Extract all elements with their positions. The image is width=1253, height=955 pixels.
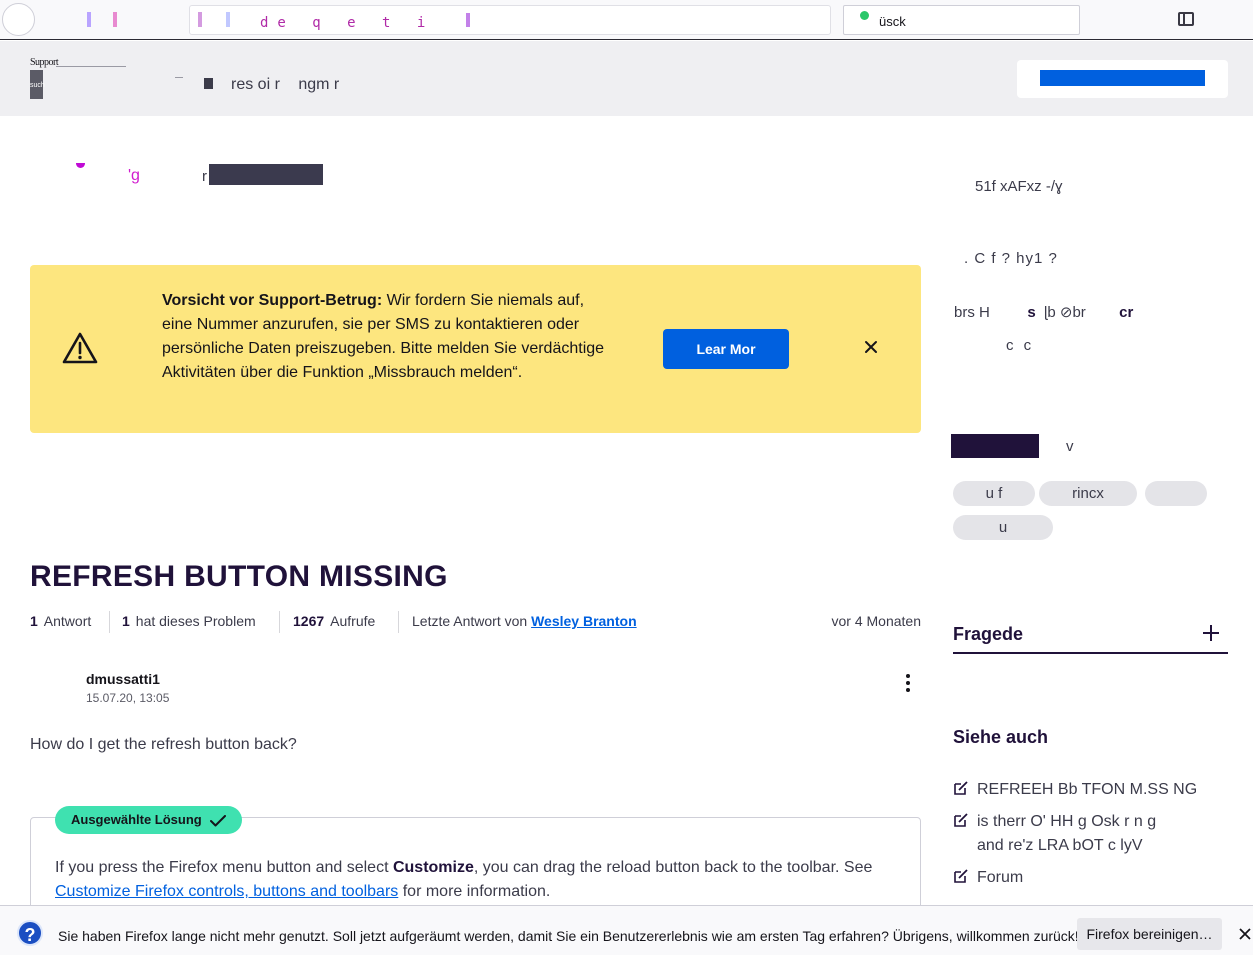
close-icon[interactable] (862, 338, 880, 356)
more-options-icon[interactable] (905, 674, 911, 694)
problem-count: 1 hat dieses Problem (122, 613, 256, 629)
meta-divider (109, 611, 110, 633)
tag-pill[interactable]: rincx (1039, 481, 1137, 506)
search-engine-icon (860, 11, 869, 20)
author-name[interactable]: dmussatti1 (86, 671, 160, 687)
reply-count: 1 Antwort (30, 613, 92, 629)
question-body: How do I get the refresh button back? (30, 736, 297, 753)
notification-bar: ? Sie haben Firefox lange nicht mehr gen… (0, 905, 1253, 955)
last-reply: Letzte Antwort von Wesley Branton (412, 613, 637, 629)
logo-mark: such (30, 70, 45, 99)
notification-text: Sie haben Firefox lange nicht mehr genut… (58, 928, 1079, 944)
page-title: REFRESH BUTTON MISSING (30, 560, 448, 593)
sidebar-icon[interactable] (1178, 12, 1194, 26)
sidebar-text: . C f ? hy1 ? (964, 250, 1058, 267)
breadcrumb-current (209, 164, 323, 185)
url-bar[interactable]: de q e t i (189, 5, 987, 35)
nav-divider (175, 77, 183, 78)
tag-pill[interactable]: u (953, 515, 1053, 540)
main-nav: res oi r ngm r (231, 76, 353, 94)
solution-badge: Ausgewählte Lösung (55, 806, 242, 834)
edit-icon (954, 813, 968, 827)
browser-toolbar: de q e t i üsck (0, 0, 1253, 40)
permissions-icon[interactable] (226, 12, 230, 27)
learn-more-button[interactable]: Lear Mor (663, 329, 789, 369)
logo-sub: such (30, 82, 45, 89)
warning-icon (62, 332, 98, 364)
edit-icon (954, 781, 968, 795)
header-search-button[interactable] (1040, 70, 1205, 86)
toolbar-icon[interactable] (87, 12, 91, 27)
toolbar-icon[interactable] (113, 12, 117, 27)
sidebar-text: c c (1006, 337, 1035, 354)
url-text: de q e t i (260, 15, 435, 31)
breadcrumb-letter: r (202, 168, 207, 185)
sidebar-text: 51f xAFxz -/ɣ (975, 178, 1063, 195)
meta-divider (279, 611, 280, 633)
chevron-down-icon[interactable]: v (1066, 438, 1074, 455)
last-reply-time: vor 4 Monaten (831, 613, 922, 629)
logo-divider (56, 66, 126, 67)
banner-title: Vorsicht vor Support-Betrug: (162, 292, 383, 309)
solution-text: If you press the Firefox menu button and… (55, 859, 873, 900)
refresh-firefox-button[interactable]: Firefox bereinigen… (1077, 918, 1222, 950)
nav-item[interactable]: ngm r (298, 76, 339, 93)
url-caret (466, 13, 470, 27)
tag-pill[interactable]: u f (953, 481, 1035, 506)
help-icon: ? (17, 920, 43, 946)
sidebar-text: brs H s ɭb ⊘br cr (954, 304, 1134, 321)
site-logo[interactable]: Support such (30, 57, 126, 99)
search-input[interactable]: üsck (843, 5, 1080, 35)
header-search[interactable] (1017, 60, 1228, 98)
plus-icon[interactable] (1202, 624, 1220, 642)
site-header: Support such res oi r ngm r (0, 41, 1253, 116)
post-date: 15.07.20, 13:05 (86, 691, 170, 705)
close-icon[interactable] (1239, 928, 1251, 940)
scam-warning-banner: Vorsicht vor Support-Betrug: Wir fordern… (30, 265, 921, 433)
checkmark-icon (209, 814, 226, 827)
view-count: 1267 Aufrufe (293, 613, 376, 629)
back-button[interactable] (2, 3, 35, 36)
last-reply-author-link[interactable]: Wesley Branton (531, 613, 637, 629)
nav-item[interactable]: res oi r (231, 76, 280, 93)
nav-icon (204, 78, 213, 89)
meta-divider (398, 611, 399, 633)
breadcrumb[interactable]: 'g (128, 167, 140, 185)
see-also-title: Siehe auch (953, 727, 1049, 747)
tag-pill[interactable] (1145, 481, 1207, 506)
edit-icon (954, 869, 968, 883)
site-info-icon[interactable] (198, 12, 202, 27)
search-text: üsck (879, 14, 906, 29)
question-details-toggle[interactable]: Fragede (953, 622, 1228, 654)
sidebar-dropdown[interactable] (951, 434, 1039, 458)
banner-message: Vorsicht vor Support-Betrug: Wir fordern… (162, 289, 612, 385)
question-details-label: Fragede (953, 624, 1024, 644)
customize-help-link[interactable]: Customize Firefox controls, buttons and … (55, 883, 398, 900)
breadcrumb-icon (76, 163, 85, 168)
